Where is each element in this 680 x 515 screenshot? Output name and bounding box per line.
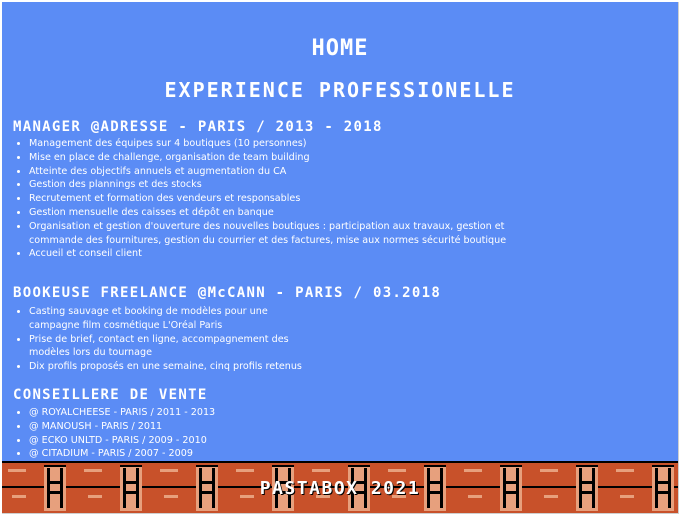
- list-item: Dix profils proposés en une semaine, cin…: [29, 360, 302, 374]
- job-title-manager: MANAGER @ADRESSE - PARIS / 2013 - 2018: [13, 119, 383, 135]
- list-item: Mise en place de challenge, organisation…: [29, 151, 507, 165]
- job-bullets-bookeuse: Casting sauvage et booking de modèles po…: [13, 305, 302, 374]
- job-title-bookeuse: BOOKEUSE FREELANCE @McCANN - PARIS / 03.…: [13, 285, 442, 301]
- content-panel: HOME EXPERIENCE PROFESSIONELLE MANAGER @…: [2, 2, 679, 514]
- list-item: Accueil et conseil client: [29, 247, 507, 261]
- list-item: @ MANOUSH - PARIS / 2011: [29, 420, 215, 434]
- list-item: Organisation et gestion d'ouverture des …: [29, 220, 507, 248]
- footer-text: PASTABOX 2021: [259, 478, 421, 499]
- list-item: @ CITADIUM - PARIS / 2007 - 2009: [29, 447, 215, 461]
- job-bullets-manager: Management des équipes sur 4 boutiques (…: [13, 137, 507, 261]
- job-title-conseillere: CONSEILLERE DE VENTE: [13, 387, 208, 403]
- list-item: Prise de brief, contact en ligne, accomp…: [29, 333, 291, 361]
- section-title: EXPERIENCE PROFESSIONELLE: [164, 78, 516, 102]
- home-link[interactable]: HOME: [2, 36, 678, 61]
- list-item: Recrutement et formation des vendeurs et…: [29, 192, 507, 206]
- list-item: Management des équipes sur 4 boutiques (…: [29, 137, 507, 151]
- list-item: Casting sauvage et booking de modèles po…: [29, 305, 291, 333]
- list-item: Gestion mensuelle des caisses et dépôt e…: [29, 206, 507, 220]
- page-frame: HOME EXPERIENCE PROFESSIONELLE MANAGER @…: [0, 0, 680, 515]
- list-item: Gestion des plannings et des stocks: [29, 178, 507, 192]
- job-bullets-conseillere: @ ROYALCHEESE - PARIS / 2011 - 2013 @ MA…: [13, 406, 215, 461]
- list-item: Atteinte des objectifs annuels et augmen…: [29, 165, 507, 179]
- list-item: @ ROYALCHEESE - PARIS / 2011 - 2013: [29, 406, 215, 420]
- list-item: @ ECKO UNLTD - PARIS / 2009 - 2010: [29, 434, 215, 448]
